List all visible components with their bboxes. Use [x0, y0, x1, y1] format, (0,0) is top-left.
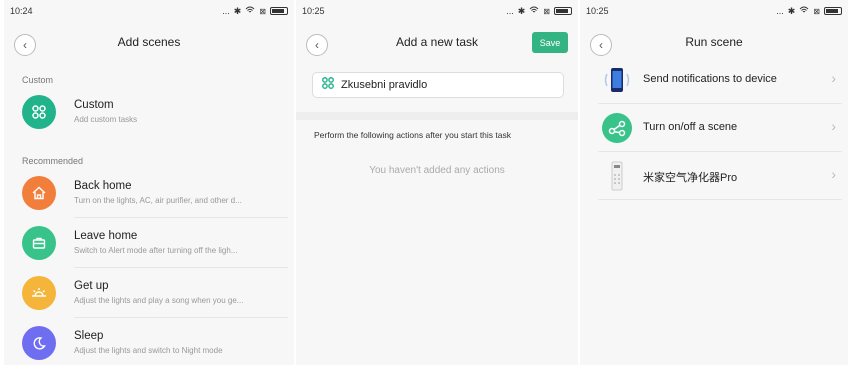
back-button[interactable]: ‹: [306, 34, 328, 56]
status-time: 10:25: [302, 6, 325, 16]
status-bar: 10:24 ... ✱ ⊠: [4, 0, 294, 22]
sim-icon: ⊠: [543, 6, 550, 16]
actions-hint: Perform the following actions after you …: [314, 130, 512, 140]
signal-dots-icon: ...: [776, 6, 784, 16]
battery-icon: [824, 7, 842, 15]
scene-item-leave-home[interactable]: Leave home Switch to Alert mode after tu…: [4, 218, 294, 268]
scene-subtitle: Adjust the lights and play a song when y…: [74, 296, 244, 305]
status-time: 10:25: [586, 6, 609, 16]
action-label: Send notifications to device: [643, 73, 777, 85]
back-button[interactable]: ‹: [590, 34, 612, 56]
action-row-turn-scene[interactable]: Turn on/off a scene ›: [580, 104, 848, 152]
scene-subtitle: Turn on the lights, AC, air purifier, an…: [74, 196, 242, 205]
wifi-icon: [799, 6, 809, 16]
scene-title: Sleep: [74, 330, 104, 342]
moon-icon: [22, 326, 56, 360]
status-icons: ... ✱ ⊠: [776, 6, 842, 17]
empty-actions-text: You haven't added any actions: [369, 165, 505, 176]
status-time: 10:24: [10, 6, 33, 16]
scene-grid-icon: [22, 95, 56, 129]
scene-grid-icon: [321, 76, 335, 95]
task-name-input[interactable]: [341, 79, 541, 91]
scene-share-icon: [600, 111, 634, 145]
status-bar: 10:25 ... ✱ ⊠: [580, 0, 848, 22]
navbar: ‹ Add a new task Save: [296, 22, 578, 62]
scene-item-back-home[interactable]: Back home Turn on the lights, AC, air pu…: [4, 168, 294, 218]
chevron-right-icon: ›: [831, 70, 836, 86]
sim-icon: ⊠: [259, 6, 266, 16]
battery-icon: [270, 7, 288, 15]
phone-notify-icon: [600, 63, 634, 97]
chevron-left-icon: ‹: [599, 38, 603, 52]
wifi-icon: [245, 6, 255, 16]
section-divider: [296, 112, 578, 120]
navbar: ‹ Add scenes: [4, 22, 294, 62]
action-row-air-purifier[interactable]: 米家空气净化器Pro ›: [580, 152, 848, 200]
scene-title: Get up: [74, 280, 109, 292]
sunrise-icon: [22, 276, 56, 310]
battery-icon: [554, 7, 572, 15]
section-label-custom: Custom: [22, 75, 54, 85]
chevron-left-icon: ‹: [315, 38, 319, 52]
divider: [598, 199, 842, 200]
sim-icon: ⊠: [813, 6, 820, 16]
task-name-field[interactable]: [312, 72, 564, 98]
run-scene-screen: 10:25 ... ✱ ⊠ ‹ Run scene Send notificat…: [580, 0, 848, 365]
status-icons: ... ✱ ⊠: [222, 6, 288, 17]
bluetooth-icon: ✱: [517, 5, 526, 16]
chevron-right-icon: ›: [831, 118, 836, 134]
add-scenes-screen: 10:24 ... ✱ ⊠ ‹ Add scenes Custom Custom…: [4, 0, 294, 365]
wifi-icon: [529, 6, 539, 16]
page-title: Add scenes: [117, 35, 181, 49]
scene-subtitle: Add custom tasks: [74, 115, 138, 124]
home-icon: [22, 176, 56, 210]
scene-subtitle: Adjust the lights and switch to Night mo…: [74, 346, 223, 355]
add-task-screen: 10:25 ... ✱ ⊠ ‹ Add a new task Save Perf…: [296, 0, 578, 365]
bluetooth-icon: ✱: [233, 5, 242, 16]
scene-title: Back home: [74, 180, 132, 192]
action-label: 米家空气净化器Pro: [643, 172, 738, 184]
scene-title: Leave home: [74, 230, 138, 242]
scene-subtitle: Switch to Alert mode after turning off t…: [74, 246, 238, 255]
chevron-left-icon: ‹: [23, 38, 27, 52]
status-icons: ... ✱ ⊠: [506, 6, 572, 17]
status-bar: 10:25 ... ✱ ⊠: [296, 0, 578, 22]
scene-item-sleep[interactable]: Sleep Adjust the lights and switch to Ni…: [4, 318, 294, 365]
bluetooth-icon: ✱: [787, 5, 796, 16]
chevron-right-icon: ›: [831, 166, 836, 182]
air-purifier-icon: [600, 159, 634, 193]
scene-title: Custom: [74, 99, 114, 111]
scene-item-get-up[interactable]: Get up Adjust the lights and play a song…: [4, 268, 294, 318]
page-title: Run scene: [685, 35, 743, 49]
section-label-recommended: Recommended: [22, 156, 84, 166]
scene-item-custom[interactable]: Custom Add custom tasks: [4, 87, 294, 137]
page-title: Add a new task: [395, 35, 479, 49]
signal-dots-icon: ...: [506, 6, 514, 16]
briefcase-icon: [22, 226, 56, 260]
back-button[interactable]: ‹: [14, 34, 36, 56]
action-label: Turn on/off a scene: [643, 121, 738, 133]
save-button[interactable]: Save: [532, 32, 568, 53]
signal-dots-icon: ...: [222, 6, 230, 16]
action-row-notifications[interactable]: Send notifications to device ›: [580, 56, 848, 104]
